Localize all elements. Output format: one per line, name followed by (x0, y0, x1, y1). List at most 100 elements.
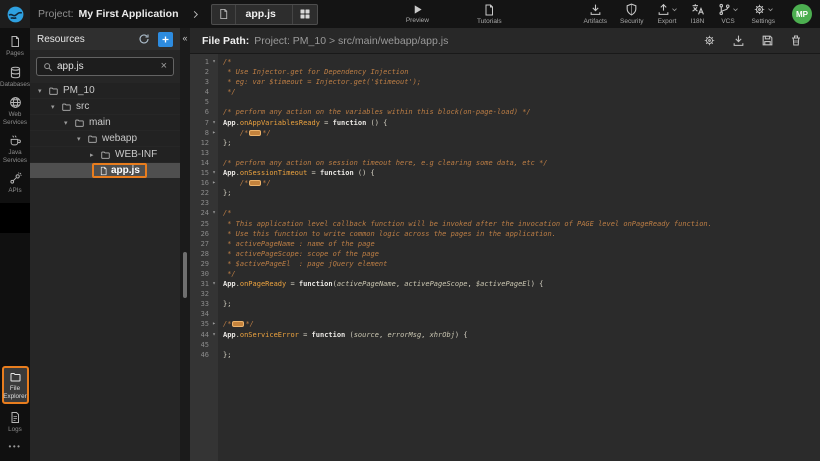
vcs-button[interactable]: VCS (718, 3, 739, 25)
search-box[interactable]: × (36, 57, 174, 76)
gutter-line[interactable]: 6 (190, 107, 218, 117)
code-line[interactable]: /**/ (223, 128, 820, 138)
gutter-line[interactable]: 15▾ (190, 168, 218, 178)
fold-closed-icon[interactable]: ▸ (210, 128, 218, 138)
add-resource-button[interactable] (158, 32, 173, 47)
fold-open-icon[interactable]: ▾ (210, 279, 218, 289)
code-line[interactable]: /* (223, 208, 820, 218)
fold-closed-icon[interactable]: ▸ (210, 178, 218, 188)
gutter-line[interactable]: 29 (190, 259, 218, 269)
code-line[interactable]: /**/ (223, 319, 820, 329)
save-icon[interactable] (761, 34, 774, 47)
gutter-line[interactable]: 45 (190, 340, 218, 350)
code-line[interactable]: /* perform any action on session timeout… (223, 158, 820, 168)
gutter-line[interactable]: 5 (190, 97, 218, 107)
refresh-icon[interactable] (138, 33, 150, 45)
folded-code-placeholder[interactable] (232, 321, 244, 327)
caret-down-icon[interactable]: ▾ (51, 103, 61, 111)
tutorials-button[interactable]: Tutorials (477, 4, 502, 25)
code-line[interactable]: * activePageName : name of the page (223, 239, 820, 249)
code-line[interactable]: }; (223, 188, 820, 198)
project-name[interactable]: My First Application (79, 8, 179, 20)
code-line[interactable]: */ (223, 87, 820, 97)
code-line[interactable] (223, 289, 820, 299)
scrollbar-thumb[interactable] (183, 252, 187, 298)
code-line[interactable]: * eg: var $timeout = Injector.get('$time… (223, 77, 820, 87)
gutter-line[interactable]: 4 (190, 87, 218, 97)
download-file-icon[interactable] (732, 34, 745, 47)
code-line[interactable] (223, 340, 820, 350)
code-content[interactable]: /* * Use Injector.get for Dependency Inj… (218, 54, 820, 461)
fold-open-icon[interactable]: ▾ (210, 118, 218, 128)
sidebar-item-pages[interactable]: Pages (0, 35, 30, 58)
tree-node-src[interactable]: ▾ src (30, 99, 180, 114)
i18n-button[interactable]: I18N (691, 3, 705, 25)
gutter-line[interactable]: 46 (190, 350, 218, 360)
gutter-line[interactable]: 2 (190, 67, 218, 77)
gutter-line[interactable]: 35▸ (190, 319, 218, 329)
caret-down-icon[interactable]: ▾ (38, 87, 48, 95)
gutter-line[interactable]: 24▾ (190, 208, 218, 218)
clear-search-icon[interactable]: × (161, 61, 167, 72)
sidebar-item-web-services[interactable]: Web Services (0, 96, 30, 126)
folded-code-placeholder[interactable] (249, 130, 261, 136)
gutter-line[interactable]: 12 (190, 138, 218, 148)
gutter-line[interactable]: 44▾ (190, 330, 218, 340)
gutter-line[interactable]: 3 (190, 77, 218, 87)
code-line[interactable]: /**/ (223, 178, 820, 188)
user-avatar[interactable]: MP (792, 4, 812, 24)
code-line[interactable]: /* perform any action on the variables w… (223, 107, 820, 117)
fold-open-icon[interactable]: ▾ (210, 168, 218, 178)
code-line[interactable]: App.onAppVariablesReady = function () { (223, 118, 820, 128)
code-line[interactable]: App.onServiceError = function (source, e… (223, 330, 820, 340)
trash-icon[interactable] (790, 34, 802, 47)
gutter-line[interactable]: 31▾ (190, 279, 218, 289)
fold-closed-icon[interactable]: ▸ (210, 319, 218, 329)
artifacts-button[interactable]: Artifacts (584, 3, 607, 25)
code-line[interactable]: * Use Injector.get for Dependency Inject… (223, 67, 820, 77)
fold-open-icon[interactable]: ▾ (210, 208, 218, 218)
settings-button[interactable]: Settings (752, 3, 776, 25)
gutter-line[interactable]: 32 (190, 289, 218, 299)
grid-view-icon[interactable] (292, 5, 317, 24)
code-editor[interactable]: 1▾234567▾8▸12131415▾16▸222324▾2526272829… (190, 54, 820, 461)
more-icon[interactable]: ••• (9, 442, 22, 451)
code-line[interactable] (223, 309, 820, 319)
code-line[interactable] (223, 97, 820, 107)
gutter-line[interactable]: 34 (190, 309, 218, 319)
code-line[interactable]: * This application level callback functi… (223, 219, 820, 229)
code-line[interactable]: * $activePageEl : page jQuery element (223, 259, 820, 269)
sidebar-item-apis[interactable]: APIs (0, 172, 30, 195)
sidebar-item-logs[interactable]: Logs (0, 411, 30, 434)
editor-settings-gear-icon[interactable] (703, 34, 716, 47)
tree-node-pm10[interactable]: ▾ PM_10 (30, 83, 180, 98)
collapse-panel-icon[interactable]: « (180, 33, 190, 43)
code-line[interactable]: }; (223, 350, 820, 360)
code-line[interactable] (223, 148, 820, 158)
gutter-line[interactable]: 30 (190, 269, 218, 279)
gutter-line[interactable]: 22 (190, 188, 218, 198)
fold-open-icon[interactable]: ▾ (210, 57, 218, 67)
gutter-line[interactable]: 26 (190, 229, 218, 239)
selected-file-highlight[interactable]: app.js (92, 163, 147, 178)
gutter-line[interactable]: 33 (190, 299, 218, 309)
fold-open-icon[interactable]: ▾ (210, 330, 218, 340)
sidebar-item-java-services[interactable]: Java Services (0, 134, 30, 164)
caret-down-icon[interactable]: ▾ (77, 135, 87, 143)
gutter-line[interactable]: 14 (190, 158, 218, 168)
gutter-line[interactable]: 8▸ (190, 128, 218, 138)
search-input[interactable] (57, 61, 157, 72)
code-line[interactable]: App.onSessionTimeout = function () { (223, 168, 820, 178)
security-button[interactable]: Security (620, 3, 643, 25)
code-line[interactable]: * activePageScope: scope of the page (223, 249, 820, 259)
tree-node-main[interactable]: ▾ main (30, 115, 180, 130)
export-button[interactable]: Export (657, 3, 678, 25)
code-line[interactable]: * Use this function to write common logi… (223, 229, 820, 239)
code-line[interactable]: }; (223, 138, 820, 148)
caret-down-icon[interactable]: ▾ (64, 119, 74, 127)
gutter-line[interactable]: 28 (190, 249, 218, 259)
code-line[interactable]: }; (223, 299, 820, 309)
gutter-line[interactable]: 13 (190, 148, 218, 158)
tree-node-webapp[interactable]: ▾ webapp (30, 131, 180, 146)
code-line[interactable]: /* (223, 57, 820, 67)
